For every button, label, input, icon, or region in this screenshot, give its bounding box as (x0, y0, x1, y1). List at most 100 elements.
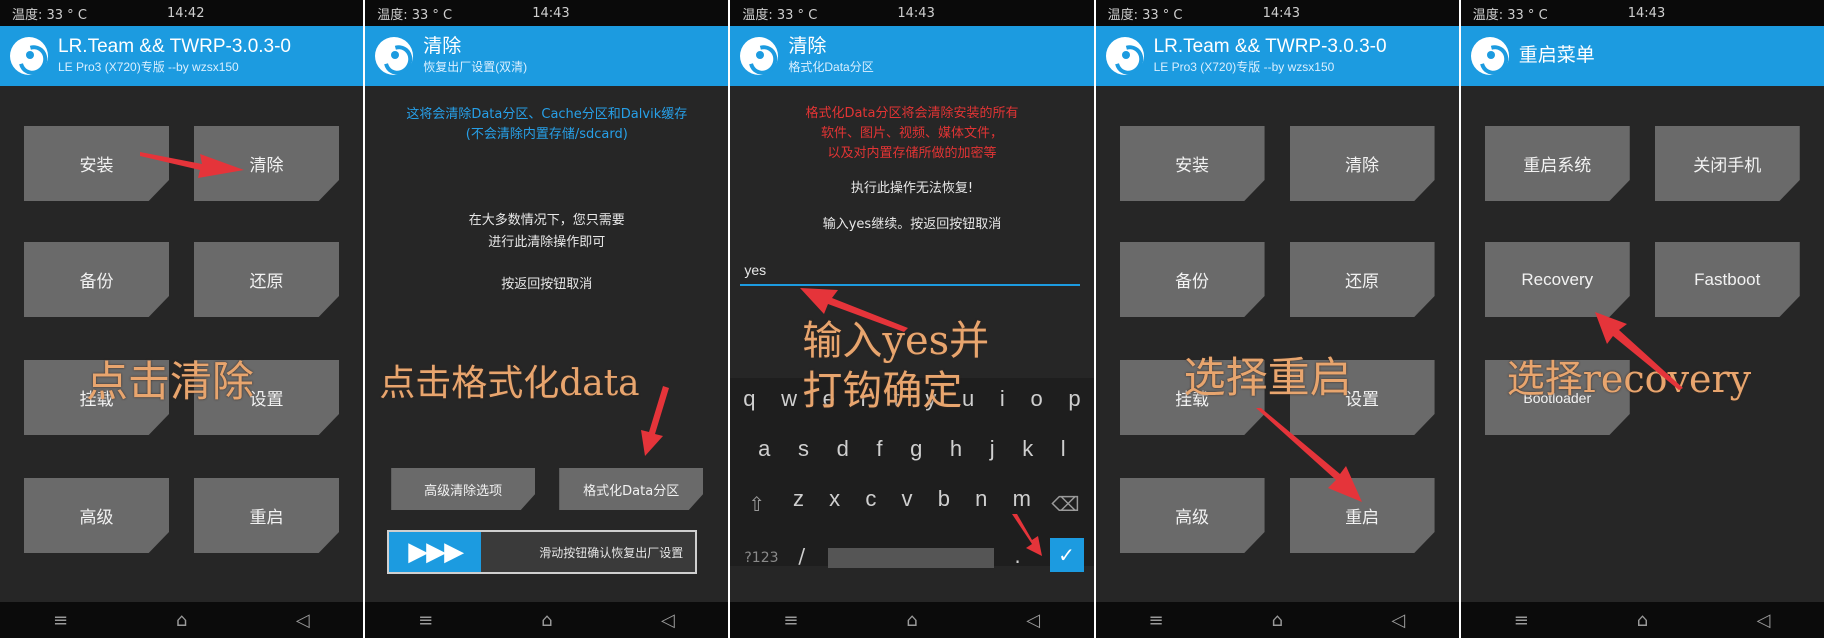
backup-button[interactable]: 备份 (1119, 242, 1265, 317)
header-title: 清除 (423, 36, 462, 58)
keyboard-row-3: z x c v b n m (730, 486, 1093, 512)
status-time: 14:43 (1262, 5, 1301, 21)
wipe-note-line3: 按返回按钮取消 (501, 277, 593, 292)
home-icon[interactable]: ⌂ (152, 610, 212, 631)
reboot-fastboot-button[interactable]: Fastboot (1654, 242, 1800, 317)
header-title: 重启菜单 (1518, 44, 1595, 66)
advanced-button[interactable]: 高级 (24, 478, 169, 553)
key-a[interactable]: a (758, 436, 770, 462)
advanced-wipe-button[interactable]: 高级清除选项 (391, 468, 536, 510)
key-h[interactable]: h (950, 436, 962, 462)
header-bar: LR.Team && TWRP-3.0.3-0 LE Pro3 (X720)专版… (0, 26, 364, 86)
key-f[interactable]: f (876, 436, 882, 462)
panel-reboot-menu: 温度: 33 ° C 14:43 重启菜单 重启系统 关闭手机 Recovery… (1460, 0, 1824, 638)
key-i[interactable]: i (1000, 386, 1005, 412)
annotation-text-line2: 打钩确定 (802, 368, 963, 414)
restore-button[interactable]: 还原 (1289, 242, 1435, 317)
status-bar: 温度: 33 ° C 14:42 (0, 0, 364, 26)
wipe-note-line2: 进行此清除操作即可 (488, 235, 606, 250)
key-z[interactable]: z (793, 486, 804, 512)
install-button[interactable]: 安装 (1119, 126, 1265, 201)
back-icon[interactable]: ◁ (1003, 610, 1063, 631)
reboot-recovery-button[interactable]: Recovery (1484, 242, 1630, 317)
key-q[interactable]: q (743, 386, 755, 412)
back-icon[interactable]: ◁ (638, 610, 698, 631)
menu-icon[interactable]: ≡ (1491, 610, 1551, 631)
power-off-button[interactable]: 关闭手机 (1654, 126, 1800, 201)
factory-reset-slider[interactable]: ▶▶▶ 滑动按钮确认恢复出厂设置 (387, 530, 698, 574)
twrp-logo-icon (1105, 37, 1144, 75)
key-n[interactable]: n (975, 486, 987, 512)
reboot-system-button[interactable]: 重启系统 (1484, 126, 1630, 201)
nav-bar: ≡ ⌂ ◁ (365, 602, 729, 638)
key-u[interactable]: u (962, 386, 974, 412)
annotation-arrow (140, 152, 244, 178)
key-w[interactable]: w (781, 386, 797, 412)
home-icon[interactable]: ⌂ (1612, 610, 1672, 631)
key-d[interactable]: d (837, 436, 849, 462)
key-x[interactable]: x (829, 486, 840, 512)
twrp-logo-icon (740, 37, 779, 75)
format-content: 格式化Data分区将会清除安装的所有 软件、图片、视频、媒体文件， 以及对内置存… (730, 86, 1094, 602)
panel-main-menu: 温度: 33 ° C 14:42 LR.Team && TWRP-3.0.3-0… (0, 0, 364, 638)
enter-check-icon[interactable]: ✓ (1049, 538, 1084, 572)
key-o[interactable]: o (1030, 386, 1042, 412)
back-icon[interactable]: ◁ (1733, 610, 1793, 631)
reboot-button[interactable]: 重启 (194, 478, 339, 553)
menu-icon[interactable]: ≡ (396, 610, 456, 631)
backspace-key-icon[interactable]: ⌫ (1051, 492, 1079, 516)
space-key[interactable] (828, 548, 995, 568)
home-icon[interactable]: ⌂ (882, 610, 942, 631)
annotation-text: 点击格式化data (379, 363, 640, 404)
wipe-info-line2: (不会清除内置存储/sdcard) (465, 127, 628, 142)
symbols-key[interactable]: ?123 (744, 550, 778, 566)
home-icon[interactable]: ⌂ (517, 610, 577, 631)
slash-key[interactable]: / (798, 544, 805, 568)
status-bar: 温度: 33 ° C 14:43 (365, 0, 729, 26)
header-bar: 重启菜单 (1460, 26, 1824, 86)
nav-bar: ≡ ⌂ ◁ (0, 602, 364, 638)
twrp-logo-icon (1470, 37, 1509, 75)
irreversible-text: 执行此操作无法恢复! (850, 181, 974, 196)
advanced-button[interactable]: 高级 (1119, 478, 1265, 553)
key-j[interactable]: j (990, 436, 995, 462)
status-temperature: 温度: 33 ° C (12, 7, 87, 23)
slider-handle-icon[interactable]: ▶▶▶ (389, 532, 482, 572)
annotation-text: 选择重启 (1183, 353, 1352, 402)
backup-button[interactable]: 备份 (24, 242, 169, 317)
key-v[interactable]: v (902, 486, 913, 512)
status-bar: 温度: 33 ° C 14:43 (1095, 0, 1459, 26)
nav-bar: ≡ ⌂ ◁ (1460, 602, 1824, 638)
key-s[interactable]: s (798, 436, 809, 462)
key-c[interactable]: c (865, 486, 876, 512)
status-time: 14:42 (167, 5, 205, 21)
restore-button[interactable]: 还原 (194, 242, 339, 317)
header-subtitle: LE Pro3 (X720)专版 --by wzsx150 (58, 60, 239, 75)
key-l[interactable]: l (1061, 436, 1066, 462)
key-m[interactable]: m (1013, 486, 1031, 512)
twrp-logo-icon (375, 37, 414, 75)
slider-label: 滑动按钮确认恢复出厂设置 (539, 546, 684, 560)
status-time: 14:43 (532, 5, 570, 21)
header-subtitle: LE Pro3 (X720)专版 --by wzsx150 (1153, 60, 1335, 75)
panel-format-data: 温度: 33 ° C 14:43 清除 格式化Data分区 格式化Data分区将… (730, 0, 1094, 638)
menu-icon[interactable]: ≡ (31, 610, 91, 631)
key-g[interactable]: g (910, 436, 922, 462)
annotation-arrow (1594, 312, 1683, 390)
status-bar: 温度: 33 ° C 14:43 (730, 0, 1094, 26)
confirm-input[interactable]: yes (740, 256, 1081, 286)
format-data-button[interactable]: 格式化Data分区 (559, 468, 704, 510)
shift-key-icon[interactable]: ⇧ (748, 492, 765, 516)
key-p[interactable]: p (1068, 386, 1080, 412)
home-icon[interactable]: ⌂ (1247, 610, 1307, 631)
back-icon[interactable]: ◁ (1368, 610, 1428, 631)
status-temperature: 温度: 33 ° C (1472, 7, 1548, 23)
menu-icon[interactable]: ≡ (1126, 610, 1186, 631)
wipe-button[interactable]: 清除 (1289, 126, 1435, 201)
back-icon[interactable]: ◁ (273, 610, 333, 631)
type-yes-text: 输入yes继续。按返回按钮取消 (822, 217, 1002, 232)
key-b[interactable]: b (938, 486, 950, 512)
header-title: 清除 (788, 36, 827, 58)
menu-icon[interactable]: ≡ (761, 610, 821, 631)
key-k[interactable]: k (1022, 436, 1033, 462)
